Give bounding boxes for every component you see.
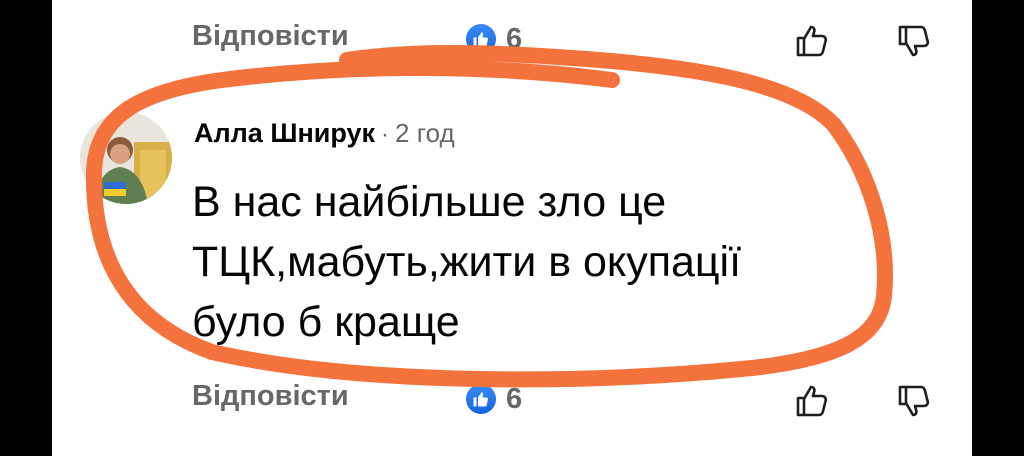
thumb-up-outline-icon[interactable] — [792, 21, 832, 61]
author-name[interactable]: Алла Шнирук — [194, 118, 375, 149]
thumbs-up-icon — [466, 24, 496, 54]
comment-body: В нас найбільше зло це ТЦК,мабуть,жити в… — [192, 172, 872, 352]
thumb-down-outline-icon[interactable] — [894, 381, 934, 421]
timestamp[interactable]: 2 год — [395, 118, 455, 149]
comment-card: Відповісти 6 Алла Шнирук · 2 год В нас н… — [52, 0, 972, 456]
comment-header: Алла Шнирук · 2 год — [194, 118, 455, 154]
comment-line: було б краще — [192, 298, 460, 346]
comment-actions-top: Відповісти 6 — [52, 12, 972, 62]
like-count: 6 — [506, 22, 523, 55]
thumbs-up-icon — [466, 384, 496, 414]
thumb-down-outline-icon[interactable] — [894, 21, 934, 61]
comment-line: ТЦК,мабуть,жити в окупації — [192, 238, 742, 286]
like-count: 6 — [506, 382, 523, 415]
reaction-summary[interactable]: 6 — [466, 383, 522, 415]
reply-link[interactable]: Відповісти — [192, 380, 349, 413]
avatar[interactable] — [80, 112, 172, 204]
reaction-summary[interactable]: 6 — [466, 23, 522, 55]
thumb-up-outline-icon[interactable] — [792, 381, 832, 421]
reply-link[interactable]: Відповісти — [192, 20, 349, 53]
comment-actions-bottom: Відповісти 6 — [52, 372, 972, 422]
comment-line: В нас найбільше зло це — [192, 178, 667, 226]
separator-dot: · — [381, 121, 390, 148]
